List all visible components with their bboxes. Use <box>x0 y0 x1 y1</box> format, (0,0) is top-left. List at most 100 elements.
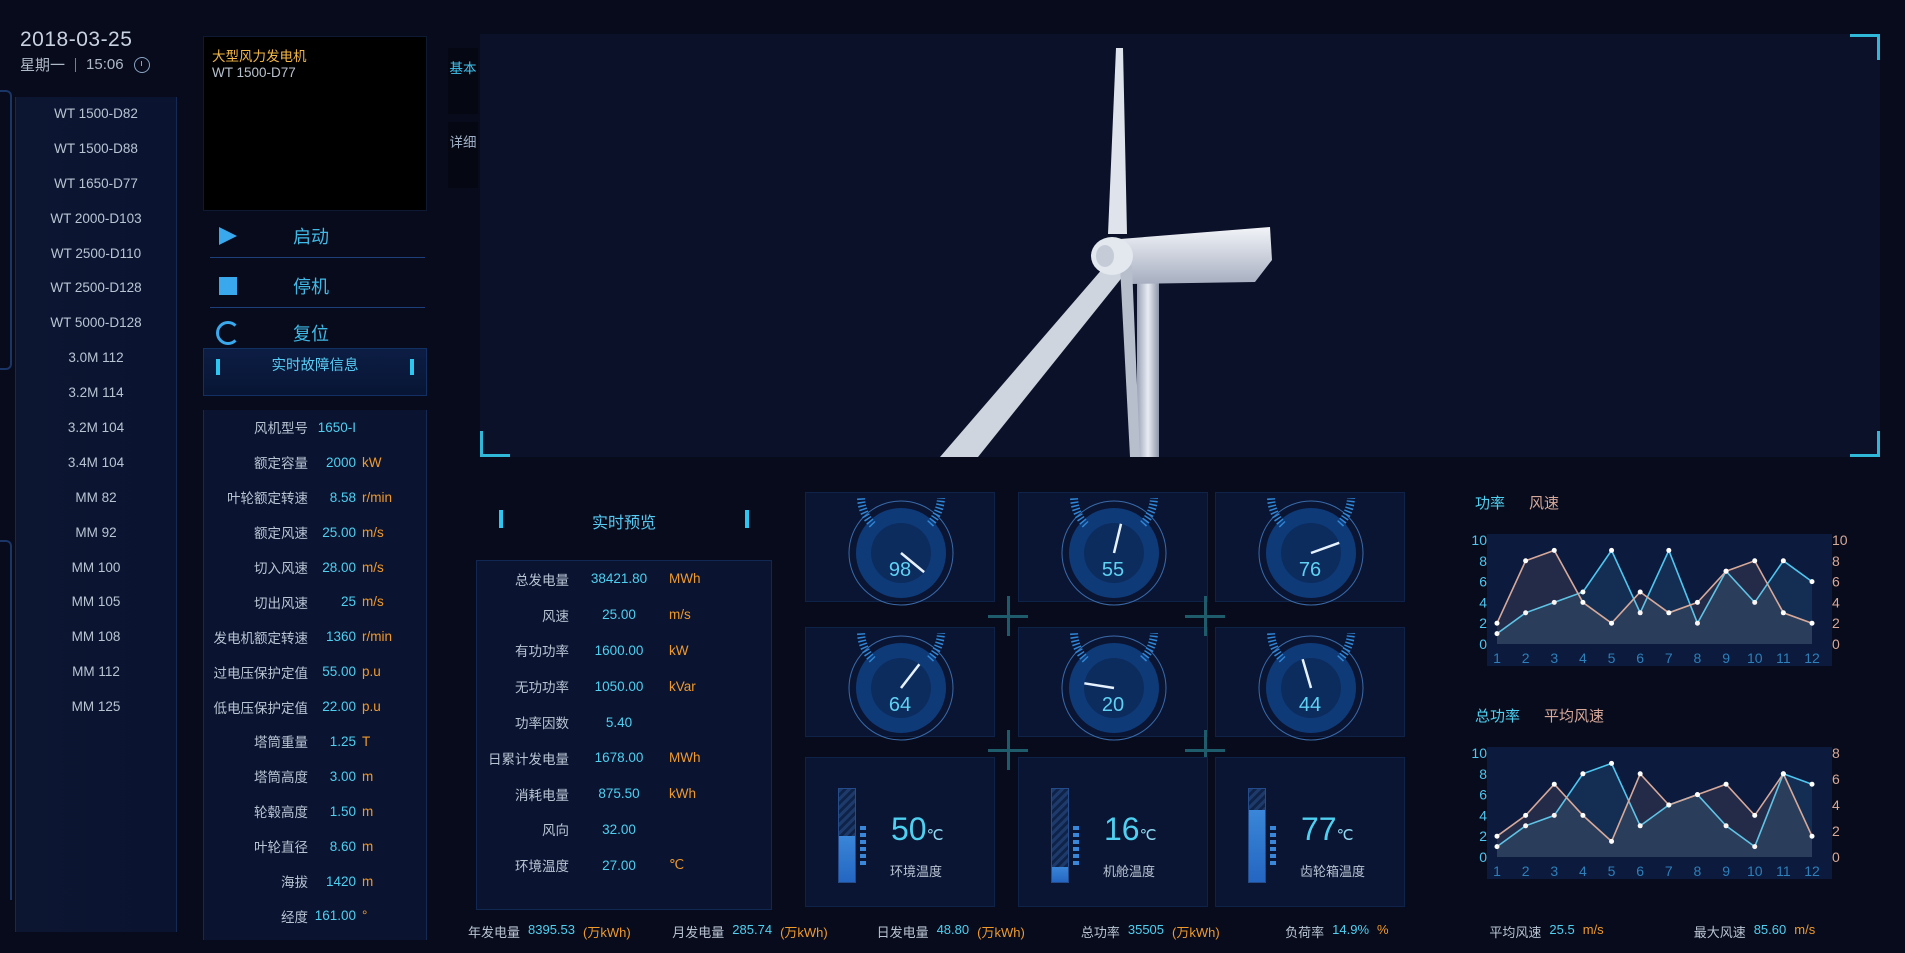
y2-tick-label: 0 <box>1832 636 1840 652</box>
data-point[interactable] <box>1809 579 1815 585</box>
preview-unit: MWh <box>669 571 701 587</box>
data-point[interactable] <box>1809 620 1815 626</box>
stat-unit: m/s <box>1794 922 1816 937</box>
data-point[interactable] <box>1609 838 1615 844</box>
data-point[interactable] <box>1752 812 1758 818</box>
data-point[interactable] <box>1580 771 1586 777</box>
legend-windspeed[interactable]: 风速 <box>1529 492 1559 513</box>
preview-unit: kWh <box>669 786 696 802</box>
parameter-table: 风机型号 1650-I 额定容量 2000 kW 叶轮额定转速 8.58 r/min 额定风速 2… <box>203 410 427 940</box>
data-point[interactable] <box>1551 781 1557 787</box>
preview-label: 功率因数 <box>515 716 569 732</box>
tab-basic[interactable]: 基本 <box>448 48 478 114</box>
data-point[interactable] <box>1780 771 1786 777</box>
turbine-list-item[interactable]: WT 2500-D128 <box>16 271 176 306</box>
turbine-list-item[interactable]: 3.0M 112 <box>16 341 176 376</box>
temperature-label: 环境温度 <box>890 864 943 879</box>
preview-value: 875.50 <box>598 786 640 802</box>
turbine-list-item[interactable]: WT 2500-D110 <box>16 237 176 272</box>
reset-label: 复位 <box>293 324 329 344</box>
turbine-list-item[interactable]: MM 82 <box>16 481 176 516</box>
turbine-list-item[interactable]: MM 105 <box>16 585 176 620</box>
data-point[interactable] <box>1723 781 1729 787</box>
data-point[interactable] <box>1609 620 1615 626</box>
preview-header[interactable]: 实时预览 <box>493 495 755 551</box>
param-value: 2000 <box>325 454 356 470</box>
y2-tick-label: 4 <box>1832 797 1840 813</box>
speed-gauge <box>1258 498 1364 606</box>
turbine-list-item[interactable]: WT 1500-D82 <box>16 97 176 132</box>
data-point[interactable] <box>1609 760 1615 766</box>
legend-avg-windspeed[interactable]: 平均风速 <box>1544 705 1604 726</box>
data-point[interactable] <box>1694 792 1700 798</box>
turbine-list-item[interactable]: 3.2M 104 <box>16 411 176 446</box>
stat-value: 35505 <box>1127 922 1165 937</box>
stat-label: 年发电量 <box>468 925 521 940</box>
data-point[interactable] <box>1609 547 1615 553</box>
preview-row: 风速 25.00 m/s <box>477 597 771 633</box>
realtime-preview-table: 总发电量 38421.80 MWh 风速 25.00 m/s 有功功率 1600.00 kW 无功… <box>476 560 772 910</box>
temperature-number: 16 <box>1104 811 1140 847</box>
data-point[interactable] <box>1580 599 1586 605</box>
data-point[interactable] <box>1580 812 1586 818</box>
turbine-list-item[interactable]: MM 100 <box>16 551 176 586</box>
data-point[interactable] <box>1666 802 1672 808</box>
param-label: 额定风速 <box>254 526 308 542</box>
data-point[interactable] <box>1494 620 1500 626</box>
turbine-list-item[interactable]: 3.2M 114 <box>16 376 176 411</box>
data-point[interactable] <box>1723 568 1729 574</box>
x-tick-label: 8 <box>1694 650 1702 666</box>
temperature-unit: ℃ <box>1139 827 1157 844</box>
turbine-list-item[interactable]: MM 92 <box>16 516 176 551</box>
param-value: 22.00 <box>322 699 356 715</box>
grid-plus-marker <box>988 596 1028 636</box>
y2-tick-label: 6 <box>1832 574 1840 590</box>
turbine-list-item[interactable]: MM 108 <box>16 620 176 655</box>
data-point[interactable] <box>1666 547 1672 553</box>
data-point[interactable] <box>1637 589 1643 595</box>
data-point[interactable] <box>1580 589 1586 595</box>
preview-label: 总发电量 <box>515 572 569 588</box>
turbine-list-item[interactable]: WT 5000-D128 <box>16 306 176 341</box>
param-label: 过电压保护定值 <box>213 665 309 681</box>
legend-power[interactable]: 功率 <box>1475 492 1505 513</box>
stat-value: 14.9% <box>1332 922 1370 937</box>
turbine-list-item[interactable]: MM 125 <box>16 690 176 725</box>
data-point[interactable] <box>1809 781 1815 787</box>
data-point[interactable] <box>1523 812 1529 818</box>
turbine-list-item[interactable]: WT 1500-D88 <box>16 132 176 167</box>
legend-total-power[interactable]: 总功率 <box>1475 705 1520 726</box>
turbine-list-item[interactable]: 3.4M 104 <box>16 446 176 481</box>
gauge-value: 98 <box>888 559 912 581</box>
reset-button[interactable]: 复位 <box>203 316 427 350</box>
tab-detail[interactable]: 详细 <box>448 122 478 188</box>
turbine-list-item[interactable]: WT 2000-D103 <box>16 202 176 237</box>
data-point[interactable] <box>1494 833 1500 839</box>
param-unit: ° <box>362 908 368 924</box>
data-point[interactable] <box>1666 610 1672 616</box>
data-point[interactable] <box>1694 599 1700 605</box>
preview-label: 环境温度 <box>515 859 569 875</box>
param-unit: m/s <box>362 559 384 575</box>
y-tick-label: 6 <box>1479 574 1487 590</box>
x-tick-label: 5 <box>1608 650 1616 666</box>
data-point[interactable] <box>1809 833 1815 839</box>
stat-item: 负荷率 14.9%% <box>1285 922 1489 942</box>
data-point[interactable] <box>1780 610 1786 616</box>
data-point[interactable] <box>1523 558 1529 564</box>
param-unit: T <box>362 733 371 749</box>
fault-info-header[interactable]: 实时故障信息 <box>203 348 427 396</box>
data-point[interactable] <box>1752 558 1758 564</box>
turbine-list-item[interactable]: MM 112 <box>16 655 176 690</box>
turbine-3d-viewport[interactable] <box>480 34 1880 457</box>
data-point[interactable] <box>1637 771 1643 777</box>
param-row: 额定容量 2000 kW <box>204 445 426 480</box>
turbine-list-item[interactable]: WT 1650-D77 <box>16 167 176 202</box>
stat-item: 平均风速 25.5 m/s <box>1489 922 1693 942</box>
preview-label: 风速 <box>542 608 569 624</box>
data-point[interactable] <box>1551 547 1557 553</box>
data-point[interactable] <box>1780 558 1786 564</box>
preview-unit: m/s <box>669 607 691 623</box>
thermometer-icon <box>1248 788 1266 883</box>
preview-row: 无功功率 1050.00 kVar <box>477 668 771 704</box>
